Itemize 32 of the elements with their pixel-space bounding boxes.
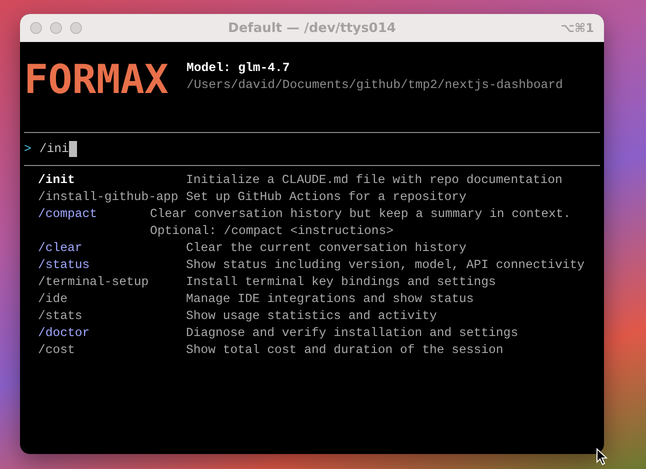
- working-directory: /Users/david/Documents/github/tmp2/nextjs-dashboard: [186, 77, 563, 94]
- command-input[interactable]: /ini: [39, 140, 77, 158]
- command-description: Optional: /compact <instructions>: [150, 223, 395, 240]
- command-name[interactable]: /terminal-setup: [38, 274, 186, 291]
- text-cursor: [68, 141, 77, 157]
- command-name[interactable]: /status: [38, 257, 186, 274]
- minimize-button[interactable]: [50, 22, 62, 34]
- window-title: Default — /dev/ttys014: [228, 20, 396, 36]
- command-description: Initialize a CLAUDE.md file with repo documentation: [186, 172, 564, 189]
- prompt-symbol: >: [24, 140, 32, 158]
- command-description: Clear conversation history but keep a summary in context.: [150, 206, 572, 223]
- command-description: Manage IDE integrations and show status: [186, 291, 475, 308]
- command-name[interactable]: /compact: [38, 206, 150, 240]
- close-button[interactable]: [30, 22, 42, 34]
- shortcut-label: ⌥⌘1: [560, 21, 594, 35]
- command-name[interactable]: /cost: [38, 342, 186, 359]
- command-description: Clear the current conversation history: [186, 240, 468, 257]
- command-description: Show total cost and duration of the session: [186, 342, 504, 359]
- logo: FORMAX: [24, 58, 168, 102]
- command-description: Show usage statistics and activity: [186, 308, 438, 325]
- command-name[interactable]: /clear: [38, 240, 186, 257]
- command-name[interactable]: /install-github-app: [38, 189, 186, 206]
- model-label: Model: glm-4.7: [186, 60, 291, 77]
- command-name[interactable]: /ide: [38, 291, 186, 308]
- command-description: Set up GitHub Actions for a repository: [186, 189, 468, 206]
- command-description: Show status including version, model, API connectivity: [186, 257, 586, 274]
- command-name[interactable]: /stats: [38, 308, 186, 325]
- command-name[interactable]: /init: [38, 172, 186, 189]
- command-name[interactable]: /doctor: [38, 325, 186, 342]
- command-description: Diagnose and verify installation and settings: [186, 325, 520, 342]
- command-description: Install terminal key bindings and settings: [186, 274, 497, 291]
- zoom-button[interactable]: [70, 22, 82, 34]
